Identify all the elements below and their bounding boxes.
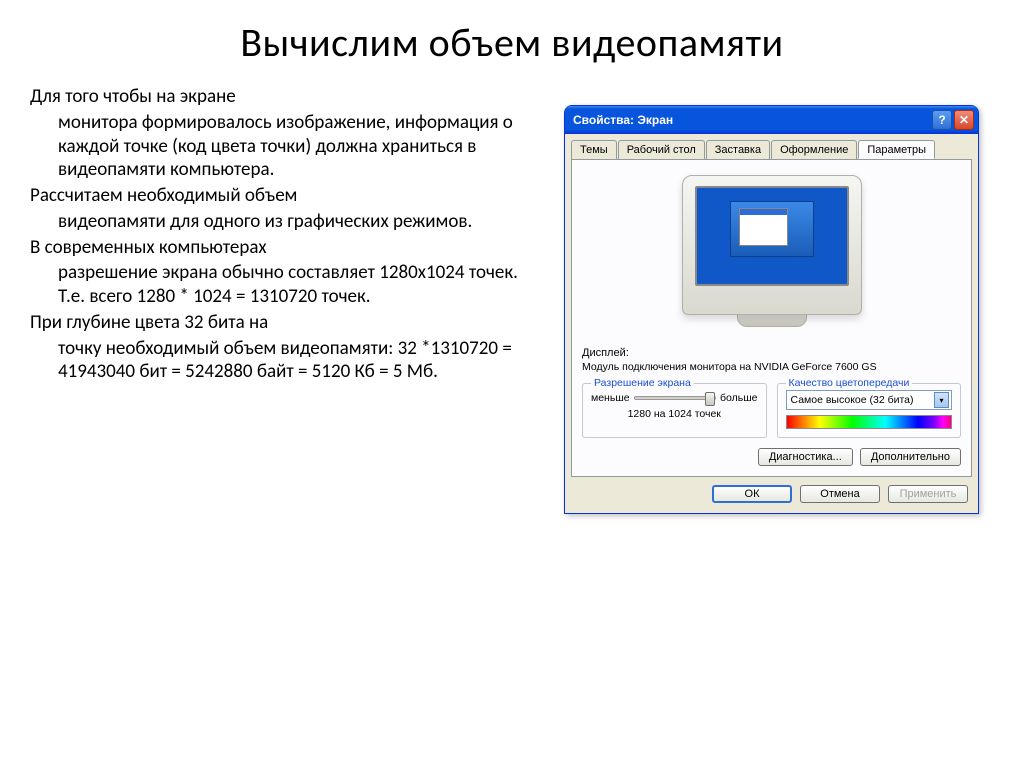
slide-title: Вычислим объем видеопамяти (30, 18, 994, 67)
display-info: Дисплей: Модуль подключения монитора на … (582, 347, 961, 373)
ok-button[interactable]: ОК (712, 485, 792, 503)
dialog-buttons: ОК Отмена Применить (571, 477, 972, 507)
close-button[interactable]: ✕ (954, 110, 974, 130)
label-less: меньше (591, 392, 630, 404)
advanced-button[interactable]: Дополнительно (860, 448, 961, 466)
resolution-legend: Разрешение экрана (591, 377, 694, 389)
resolution-slider[interactable] (634, 396, 716, 400)
para3-rest: разрешение экрана обычно составляет 1280… (30, 261, 544, 309)
para4-first: При глубине цвета 32 бита на (30, 311, 544, 335)
slide-content: Для того чтобы на экране монитора формир… (30, 85, 994, 514)
para2-rest: видеопамяти для одного из графических ре… (30, 210, 544, 234)
para2-first: Рассчитаем необходимый объем (30, 184, 544, 208)
tab-strip: Темы Рабочий стол Заставка Оформление Па… (571, 140, 972, 160)
color-quality-legend: Качество цветопередачи (786, 377, 913, 389)
dialog-column: Свойства: Экран ? ✕ Темы Рабочий стол За… (564, 85, 994, 514)
titlebar[interactable]: Свойства: Экран ? ✕ (565, 106, 978, 134)
resolution-fieldset: Разрешение экрана меньше больше 1280 на … (582, 383, 767, 438)
settings-row: Разрешение экрана меньше больше 1280 на … (582, 383, 961, 438)
display-properties-window: Свойства: Экран ? ✕ Темы Рабочий стол За… (564, 105, 979, 514)
para1-first: Для того чтобы на экране (30, 85, 544, 109)
display-name: Модуль подключения монитора на NVIDIA Ge… (582, 361, 961, 373)
panel-buttons: Диагностика... Дополнительно (582, 448, 961, 466)
help-button[interactable]: ? (932, 110, 952, 130)
color-spectrum (786, 415, 953, 429)
tab-screensaver[interactable]: Заставка (706, 140, 770, 159)
settings-panel: Дисплей: Модуль подключения монитора на … (571, 159, 972, 477)
crt-monitor-icon (682, 175, 862, 315)
tab-themes[interactable]: Темы (571, 140, 617, 159)
color-quality-combo[interactable]: Самое высокое (32 бита) ▾ (786, 390, 953, 410)
window-thumb (739, 208, 788, 246)
resolution-value: 1280 на 1024 точек (591, 408, 758, 420)
tab-desktop[interactable]: Рабочий стол (618, 140, 705, 159)
chevron-down-icon[interactable]: ▾ (934, 392, 949, 408)
apply-button[interactable]: Применить (888, 485, 968, 503)
wallpaper-thumb (730, 201, 814, 257)
crt-stand (737, 313, 807, 327)
slider-thumb[interactable] (705, 392, 715, 406)
window-body: Темы Рабочий стол Заставка Оформление Па… (565, 134, 978, 513)
diagnostics-button[interactable]: Диагностика... (758, 448, 853, 466)
text-column: Для того чтобы на экране монитора формир… (30, 85, 544, 514)
para1-rest: монитора формировалось изображение, инфо… (30, 111, 544, 182)
monitor-preview (672, 175, 872, 335)
window-title: Свойства: Экран (573, 113, 673, 127)
tab-settings[interactable]: Параметры (858, 140, 935, 159)
display-label: Дисплей: (582, 347, 961, 359)
slide: Вычислим объем видеопамяти Для того чтоб… (0, 0, 1024, 768)
cancel-button[interactable]: Отмена (800, 485, 880, 503)
crt-screen (695, 186, 849, 286)
para4-rest: точку необходимый объем видеопамяти: 32 … (30, 337, 544, 385)
para3-first: В современных компьютерах (30, 236, 544, 260)
color-quality-value: Самое высокое (32 бита) (791, 394, 914, 406)
resolution-slider-row: меньше больше (591, 390, 758, 406)
label-more: больше (720, 392, 757, 404)
tab-appearance[interactable]: Оформление (771, 140, 857, 159)
color-quality-fieldset: Качество цветопередачи Самое высокое (32… (777, 383, 962, 438)
